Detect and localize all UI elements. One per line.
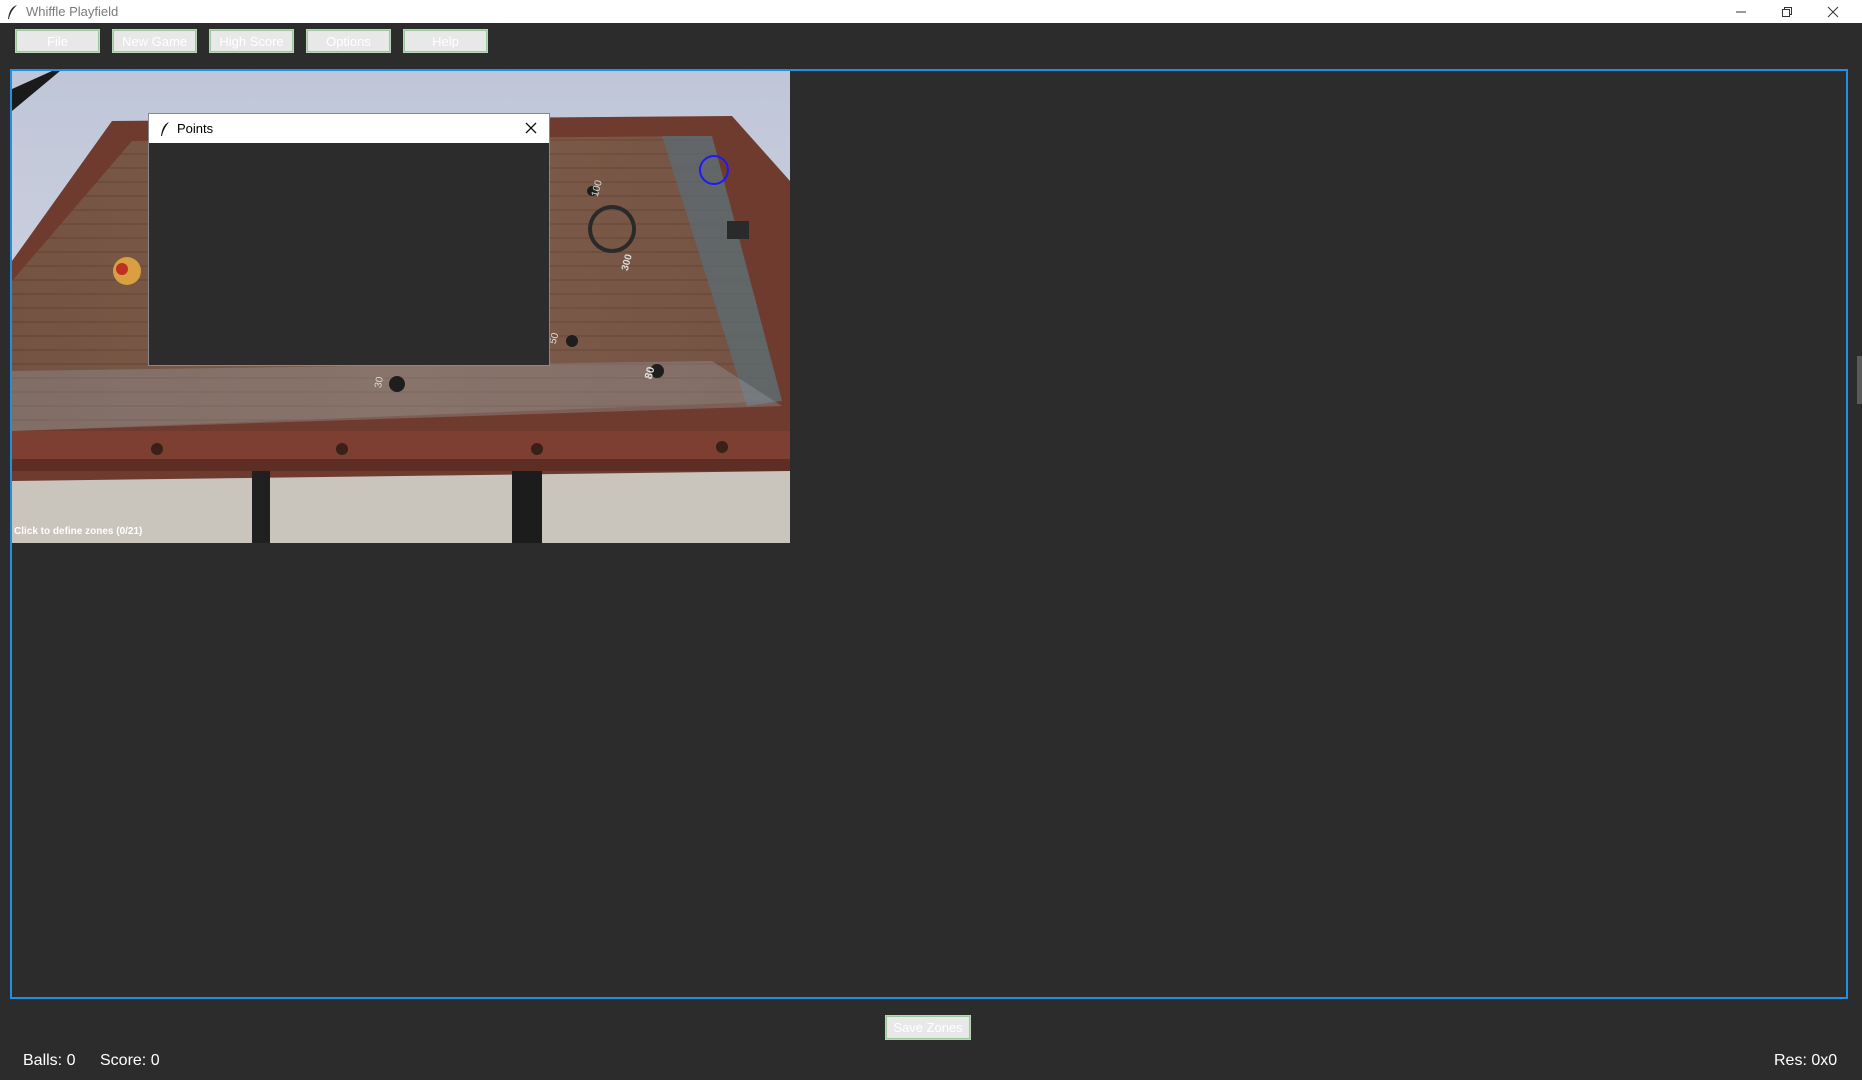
feather-icon	[161, 121, 169, 136]
options-button[interactable]: Options	[306, 29, 391, 53]
points-dialog: Points	[148, 113, 550, 366]
points-dialog-title: Points	[177, 121, 214, 136]
close-icon	[1827, 6, 1839, 17]
menu-toolbar: File New Game High Score Options Help	[0, 23, 1862, 59]
high-score-button[interactable]: High Score	[209, 29, 294, 53]
minimize-button[interactable]	[1718, 0, 1764, 23]
save-zones-button[interactable]: Save Zones	[885, 1015, 971, 1040]
restore-button[interactable]	[1764, 0, 1810, 23]
minimize-icon	[1736, 11, 1746, 12]
score-value: Score: 0	[100, 1052, 160, 1069]
feather-icon	[8, 4, 17, 19]
zone-instruction-text: Click to define zones (0/21)	[14, 526, 143, 537]
balls-count: Balls: 0	[23, 1052, 76, 1069]
close-icon[interactable]	[523, 120, 539, 136]
new-game-button[interactable]: New Game	[112, 29, 197, 53]
points-dialog-titlebar[interactable]: Points	[149, 114, 549, 143]
restore-icon	[1782, 6, 1792, 17]
zone-marker-circle[interactable]	[698, 154, 730, 186]
close-button[interactable]	[1810, 0, 1856, 23]
file-button[interactable]: File	[15, 29, 100, 53]
resolution-readout: Res: 0x0	[1774, 1052, 1838, 1069]
help-button[interactable]: Help	[403, 29, 488, 53]
window-titlebar: Whiffle Playfield	[0, 0, 1862, 23]
points-dialog-body	[149, 143, 549, 364]
field-label-30: 30	[373, 376, 386, 389]
scrollbar-thumb[interactable]	[1857, 356, 1862, 404]
window-title: Whiffle Playfield	[26, 4, 119, 19]
